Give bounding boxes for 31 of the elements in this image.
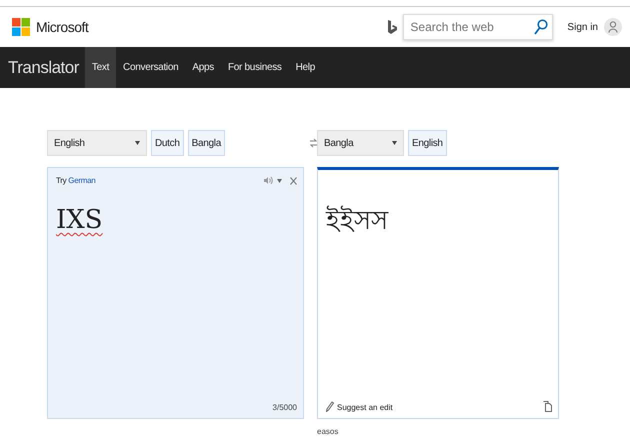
search-field[interactable]: Search the web bbox=[403, 14, 554, 40]
language-button[interactable]: English bbox=[408, 130, 447, 156]
copy-icon[interactable] bbox=[543, 401, 552, 412]
search-icon[interactable] bbox=[534, 19, 548, 35]
close-icon[interactable] bbox=[290, 176, 297, 184]
language-dropdown[interactable]: English bbox=[47, 130, 147, 156]
caret-icon[interactable] bbox=[277, 178, 282, 182]
language-suggestion[interactable]: Try German bbox=[56, 176, 260, 185]
nav-tab[interactable]: Apps bbox=[185, 47, 221, 88]
suggest-edit-link[interactable]: Suggest an edit bbox=[337, 403, 393, 412]
language-button[interactable]: Bangla bbox=[188, 130, 225, 156]
character-count: 3/5000 bbox=[272, 403, 297, 412]
nav-tab[interactable]: Text bbox=[84, 47, 116, 88]
language-button[interactable]: Dutch bbox=[151, 130, 184, 156]
avatar-icon[interactable] bbox=[604, 18, 622, 36]
bing-logo-icon bbox=[388, 20, 398, 34]
swap-icon[interactable] bbox=[310, 138, 317, 148]
app-title: Translator bbox=[7, 56, 80, 78]
pencil-icon[interactable] bbox=[326, 401, 334, 412]
caret-icon[interactable] bbox=[135, 141, 140, 145]
sign-in-link[interactable]: Sign in bbox=[567, 22, 598, 32]
logo-icon bbox=[12, 18, 30, 36]
nav-tab[interactable]: For business bbox=[220, 47, 289, 88]
source-text[interactable]: IXS bbox=[56, 205, 103, 235]
transliteration-text: easos bbox=[317, 427, 338, 436]
nav-tab[interactable]: Help bbox=[288, 47, 322, 88]
translated-text: ইইসস bbox=[326, 204, 388, 237]
language-dropdown[interactable]: Bangla bbox=[317, 130, 404, 156]
nav-tab[interactable]: Conversation bbox=[116, 47, 186, 88]
caret-icon[interactable] bbox=[392, 141, 397, 145]
brand-name: Microsoft bbox=[36, 19, 88, 35]
